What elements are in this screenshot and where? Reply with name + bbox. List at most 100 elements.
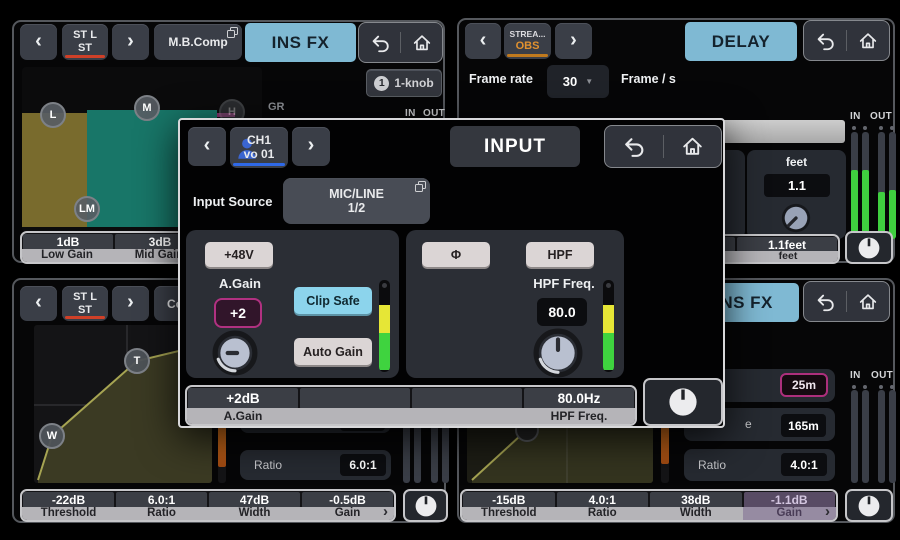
home-icon[interactable] [857,291,879,313]
param-cell-gain[interactable]: -0.5dB [302,492,393,508]
next-channel-button[interactable]: › [112,286,149,321]
param-cell-width[interactable]: 47dB [209,492,300,508]
chevron-left-icon: ‹ [35,31,42,51]
dialog-title: INPUT [450,126,580,167]
peak-dot [852,385,856,389]
param-cell-threshold[interactable]: -15dB [463,492,555,508]
prev-channel-button[interactable]: ‹ [20,24,57,60]
knob-assign-button[interactable] [643,378,723,426]
feet-value[interactable]: 1.1 [764,174,830,197]
frame-rate-dropdown[interactable]: 30 ▼ [547,65,609,98]
channel-select-button[interactable]: CH1 vo 01 [230,127,288,168]
phase-button[interactable]: Φ [422,242,490,267]
again-value[interactable]: +2 [214,298,262,328]
attack-value[interactable]: 25m [780,373,828,397]
hpf-freq-value[interactable]: 80.0 [537,298,587,326]
channel-select-button[interactable]: ST L ST [62,286,108,321]
release-value[interactable]: 165m [781,414,826,437]
param-cell-ratio[interactable]: 6.0:1 [116,492,207,508]
param-label-ratio: Ratio [556,507,650,520]
next-channel-button[interactable]: › [555,23,592,59]
home-icon[interactable] [411,32,433,54]
channel-color-bar [65,55,105,59]
phantom-48v-button[interactable]: +48V [205,242,273,267]
hpf-level-meter [603,280,614,372]
preset-button[interactable]: M.B.Comp [154,24,242,60]
one-knob-number-icon: 1 [374,76,389,91]
undo-icon[interactable] [814,291,836,313]
hpf-knob[interactable] [532,328,584,378]
knob-assign-button[interactable] [403,489,448,522]
next-channel-button[interactable]: › [112,24,149,60]
param-cell-ratio[interactable]: 4.0:1 [557,492,649,508]
width-handle[interactable]: W [39,423,65,449]
input-source-line2: 1/2 [348,201,365,215]
nav-panel [803,20,890,61]
knob-assign-button[interactable] [845,231,893,264]
hpf-button[interactable]: HPF [526,242,594,267]
in-meter-2 [862,132,869,239]
param-label-gain: Gain [301,507,394,520]
chevron-right-icon: › [308,135,315,155]
screen-title-tab[interactable]: INS FX [245,23,356,62]
param-cell[interactable] [300,388,410,409]
param-label-feet: feet [736,251,840,262]
ratio-label: Ratio [698,458,726,472]
input-source-label: Input Source [193,194,272,209]
copy-icon [415,181,426,192]
one-knob-button[interactable]: 1 1-knob [366,69,442,97]
param-cell[interactable] [412,388,522,409]
peak-dot [879,385,883,389]
next-channel-button[interactable]: › [292,127,330,166]
ratio-label: Ratio [254,458,282,472]
prev-channel-button[interactable]: ‹ [20,286,57,321]
input-source-button[interactable]: MIC/LINE 1/2 [283,178,430,224]
prev-channel-button[interactable]: ‹ [465,23,501,59]
parameter-bar: +2dB 80.0Hz A.Gain HPF Freq. [185,385,637,426]
prev-channel-button[interactable]: ‹ [188,127,226,166]
channel-name-line2: ST [78,42,92,55]
in-meter-1 [851,390,858,483]
screen-title: DELAY [712,32,771,52]
undo-icon[interactable] [814,30,836,52]
param-cell-again[interactable]: +2dB [188,388,298,409]
band-handle-l[interactable]: L [40,102,66,128]
band-handle-m[interactable]: M [134,95,160,121]
out-label: OUT [870,111,892,122]
out-meter-2 [889,132,896,239]
preset-name: M.B.Comp [168,35,227,49]
channel-select-button[interactable]: ST L ST [62,24,108,60]
divider [663,135,664,158]
home-icon[interactable] [857,30,879,52]
in-meter-2 [862,390,869,483]
undo-icon[interactable] [621,134,646,159]
threshold-handle[interactable]: T [124,348,150,374]
channel-name-line2: vo 01 [244,148,275,162]
band-handle-lm[interactable]: LM [74,196,100,222]
param-cell-gain-selected[interactable]: -1.1dB [744,492,836,508]
screen-title-tab[interactable]: DELAY [685,22,797,61]
channel-select-button[interactable]: STREA... OBS [504,23,551,59]
hpf-section: Φ HPF HPF Freq. 80.0 [406,230,624,378]
expand-chevron-icon[interactable]: › [383,505,388,518]
out-label: OUT [871,370,893,381]
clip-safe-button[interactable]: Clip Safe [294,287,372,314]
channel-color-bar [233,163,285,167]
mixer-screen: ‹ ST L ST › M.B.Comp INS FX L M H LM GR [0,0,900,540]
undo-icon[interactable] [369,32,391,54]
param-cell-width[interactable]: 38dB [650,492,742,508]
auto-gain-button[interactable]: Auto Gain [294,338,372,365]
expand-chevron-icon[interactable]: › [825,505,830,518]
parameter-bar: -15dB 4.0:1 38dB -1.1dB Threshold Ratio … [460,489,838,522]
hpf-freq-label: HPF Freq. [524,276,604,291]
param-label-low-gain: Low Gain [22,249,112,262]
param-cell-hpf-freq[interactable]: 80.0Hz [524,388,634,409]
home-icon[interactable] [680,134,705,159]
delay-knob[interactable] [778,202,814,236]
param-cell-threshold[interactable]: -22dB [23,492,114,508]
knob-assign-button[interactable] [845,489,893,522]
again-knob[interactable] [212,330,258,376]
ratio-value[interactable]: 4.0:1 [781,453,827,476]
ratio-value[interactable]: 6.0:1 [340,454,386,476]
param-cell-low-gain[interactable]: 1dB [23,234,113,250]
